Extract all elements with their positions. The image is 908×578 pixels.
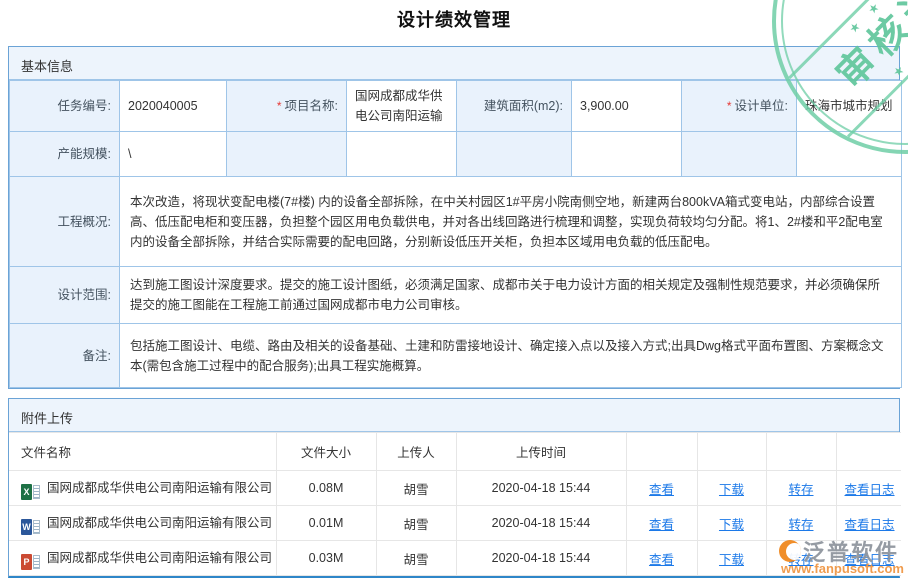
view-log-link[interactable]: 查看日志 xyxy=(845,518,895,532)
download-link[interactable]: 下载 xyxy=(719,483,744,497)
basic-info-section-title: 基本信息 xyxy=(9,47,899,80)
task-number-label: 任务编号: xyxy=(10,81,120,132)
design-scope-value: 达到施工图设计深度要求。提交的施工设计图纸，必须满足国家、成都市关于电力设计方面… xyxy=(120,267,902,324)
basic-info-section: 基本信息 任务编号: 2020040005 *项目名称: 国网成都成华供电公司南… xyxy=(8,46,900,389)
view-log-link[interactable]: 查看日志 xyxy=(845,553,895,567)
remark-label: 备注: xyxy=(10,324,120,388)
action-header-cell xyxy=(697,433,766,471)
file-size: 0.08M xyxy=(276,471,376,506)
empty-value-cell xyxy=(347,132,457,177)
attachments-table: 文件名称 文件大小 上传人 上传时间 X 国网成都成华供电公司南阳运输有限公司 0… xyxy=(9,432,901,576)
attachment-row: P 国网成都成华供电公司南阳运输有限公司 0.03M 胡雪 2020-04-18 … xyxy=(9,541,901,576)
empty-label-cell xyxy=(457,132,572,177)
empty-label-cell xyxy=(227,132,347,177)
basic-info-row-1: 任务编号: 2020040005 *项目名称: 国网成都成华供电公司南阳运输 建… xyxy=(10,81,902,132)
required-asterisk: * xyxy=(727,99,732,113)
project-name-value: 国网成都成华供电公司南阳运输 xyxy=(347,81,457,132)
attachment-row: X 国网成都成华供电公司南阳运输有限公司 0.08M 胡雪 2020-04-18 … xyxy=(9,471,901,506)
uploader: 胡雪 xyxy=(376,541,456,576)
empty-label-cell xyxy=(682,132,797,177)
basic-info-table: 任务编号: 2020040005 *项目名称: 国网成都成华供电公司南阳运输 建… xyxy=(9,80,902,388)
view-link[interactable]: 查看 xyxy=(649,518,674,532)
design-scope-label: 设计范围: xyxy=(10,267,120,324)
transfer-link[interactable]: 转存 xyxy=(788,483,813,497)
attachments-section-title: 附件上传 xyxy=(9,399,899,432)
word-file-icon: W xyxy=(21,519,41,535)
remark-value: 包括施工图设计、电缆、路由及相关的设备基础、土建和防雷接地设计、确定接入点以及接… xyxy=(120,324,902,388)
excel-file-icon: X xyxy=(21,484,41,500)
design-unit-value: 珠海市城市规划 xyxy=(797,81,902,132)
transfer-link[interactable]: 转存 xyxy=(788,553,813,567)
attachment-row: W 国网成都成华供电公司南阳运输有限公司 0.01M 胡雪 2020-04-18 … xyxy=(9,506,901,541)
project-name-label: *项目名称: xyxy=(227,81,347,132)
download-link[interactable]: 下载 xyxy=(719,518,744,532)
empty-value-cell xyxy=(797,132,902,177)
view-log-link[interactable]: 查看日志 xyxy=(845,483,895,497)
project-overview-row: 工程概况: 本次改造，将现状变配电楼(7#楼) 内的设备全部拆除，在中关村园区1… xyxy=(10,177,902,267)
building-area-label: 建筑面积(m2): xyxy=(457,81,572,132)
file-name-header: 文件名称 xyxy=(9,433,276,471)
uploader-header: 上传人 xyxy=(376,433,456,471)
building-area-value: 3,900.00 xyxy=(572,81,682,132)
view-link[interactable]: 查看 xyxy=(649,553,674,567)
file-size: 0.03M xyxy=(276,541,376,576)
page-title: 设计绩效管理 xyxy=(0,0,908,32)
file-size: 0.01M xyxy=(276,506,376,541)
design-scope-row: 设计范围: 达到施工图设计深度要求。提交的施工设计图纸，必须满足国家、成都市关于… xyxy=(10,267,902,324)
download-link[interactable]: 下载 xyxy=(719,553,744,567)
action-header-cell xyxy=(836,433,901,471)
transfer-link[interactable]: 转存 xyxy=(788,518,813,532)
file-name: 国网成都成华供电公司南阳运输有限公司 xyxy=(47,551,272,565)
upload-time: 2020-04-18 15:44 xyxy=(456,541,626,576)
file-name: 国网成都成华供电公司南阳运输有限公司 xyxy=(47,516,272,530)
uploader: 胡雪 xyxy=(376,471,456,506)
action-header-cell xyxy=(766,433,836,471)
upload-time-header: 上传时间 xyxy=(456,433,626,471)
capacity-scale-value: \ xyxy=(120,132,227,177)
required-asterisk: * xyxy=(277,99,282,113)
empty-value-cell xyxy=(572,132,682,177)
attachments-section: 附件上传 文件名称 文件大小 上传人 上传时间 X 国网成都成华供电公司南阳运输有… xyxy=(8,398,900,578)
task-number-value: 2020040005 xyxy=(120,81,227,132)
upload-time: 2020-04-18 15:44 xyxy=(456,471,626,506)
basic-info-row-2: 产能规模: \ xyxy=(10,132,902,177)
project-overview-value: 本次改造，将现状变配电楼(7#楼) 内的设备全部拆除，在中关村园区1#平房小院南… xyxy=(120,177,902,267)
design-unit-label: *设计单位: xyxy=(682,81,797,132)
file-size-header: 文件大小 xyxy=(276,433,376,471)
remark-row: 备注: 包括施工图设计、电缆、路由及相关的设备基础、土建和防雷接地设计、确定接入… xyxy=(10,324,902,388)
action-header-cell xyxy=(626,433,697,471)
ppt-file-icon: P xyxy=(21,554,41,570)
file-name: 国网成都成华供电公司南阳运输有限公司 xyxy=(47,481,272,495)
uploader: 胡雪 xyxy=(376,506,456,541)
capacity-scale-label: 产能规模: xyxy=(10,132,120,177)
project-overview-label: 工程概况: xyxy=(10,177,120,267)
view-link[interactable]: 查看 xyxy=(649,483,674,497)
attachments-header-row: 文件名称 文件大小 上传人 上传时间 xyxy=(9,433,901,471)
upload-time: 2020-04-18 15:44 xyxy=(456,506,626,541)
